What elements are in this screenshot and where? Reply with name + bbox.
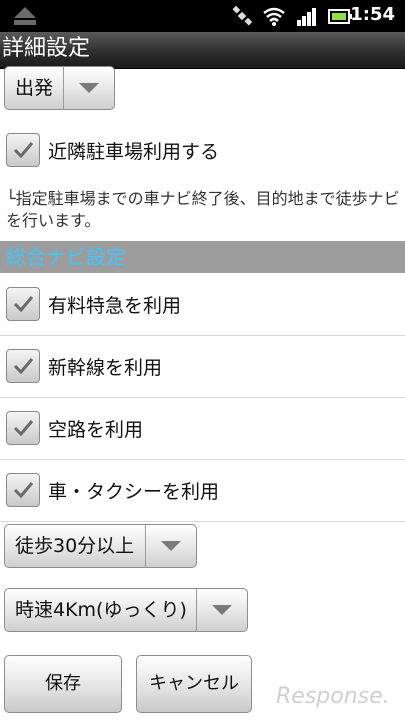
page-title: 詳細設定	[2, 36, 91, 61]
walk-speed-value: 時速4Km(ゆっくり)	[15, 599, 187, 621]
option-row-airway[interactable]: 空路を利用	[0, 398, 405, 460]
checkmark-icon	[13, 420, 34, 437]
chevron-down-icon	[161, 541, 181, 551]
option-row-paid-express[interactable]: 有料特急を利用	[0, 274, 405, 336]
nearby-parking-label: 近隣駐車場利用する	[48, 141, 220, 163]
checkmark-icon	[13, 296, 34, 313]
car-taxi-label: 車・タクシーを利用	[48, 481, 220, 503]
chevron-down-icon	[79, 83, 99, 93]
departure-spinner-value: 出発	[15, 77, 54, 99]
response-watermark: Response.	[276, 684, 390, 709]
nearby-parking-checkbox[interactable]	[6, 133, 40, 167]
parking-hint-text: └指定駐車場までの車ナビ終了後、目的地まで徒歩ナビを行います。	[6, 189, 400, 230]
checkmark-icon	[13, 142, 34, 159]
walk-limit-dropdown[interactable]	[145, 525, 196, 567]
clock-time: 1:54	[350, 4, 395, 25]
cancel-button[interactable]: キャンセル	[136, 655, 252, 713]
walk-limit-spinner[interactable]: 徒歩30分以上	[4, 524, 197, 568]
section-title: 総合ナビ設定	[6, 245, 126, 269]
car-taxi-checkbox[interactable]	[6, 473, 40, 507]
walk-speed-dropdown[interactable]	[196, 589, 247, 631]
checkmark-icon	[13, 358, 34, 375]
status-bar: 1:54	[0, 0, 405, 32]
gps-satellite-icon	[232, 6, 252, 26]
battery-icon	[328, 9, 352, 24]
signal-strength-icon	[297, 8, 316, 26]
shinkansen-checkbox[interactable]	[6, 349, 40, 383]
option-row-shinkansen[interactable]: 新幹線を利用	[0, 336, 405, 398]
paid-express-checkbox[interactable]	[6, 287, 40, 321]
walk-limit-value: 徒歩30分以上	[15, 535, 135, 557]
nearby-parking-row[interactable]: 近隣駐車場利用する	[0, 120, 405, 182]
airway-checkbox[interactable]	[6, 411, 40, 445]
section-header: 総合ナビ設定	[0, 241, 405, 273]
chevron-down-icon	[212, 605, 232, 615]
departure-spinner-dropdown[interactable]	[63, 67, 114, 109]
paid-express-label: 有料特急を利用	[48, 295, 182, 317]
walk-speed-spinner[interactable]: 時速4Km(ゆっくり)	[4, 588, 248, 632]
option-row-car-taxi[interactable]: 車・タクシーを利用	[0, 460, 405, 522]
airway-label: 空路を利用	[48, 419, 144, 441]
notification-eject-icon	[14, 7, 36, 25]
title-bar: 詳細設定	[0, 32, 405, 69]
departure-spinner[interactable]: 出発	[4, 66, 115, 110]
save-button[interactable]: 保存	[4, 655, 122, 713]
wifi-icon	[263, 7, 285, 26]
checkmark-icon	[13, 482, 34, 499]
shinkansen-label: 新幹線を利用	[48, 357, 163, 379]
